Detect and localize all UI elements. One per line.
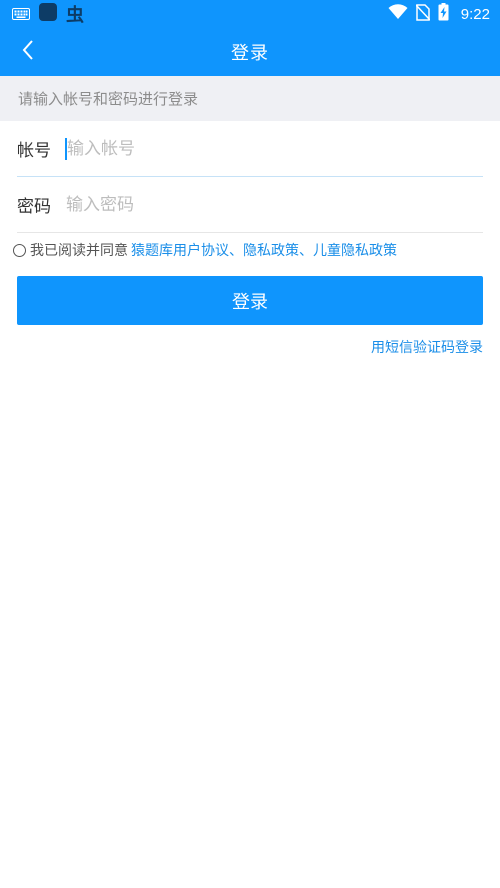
login-button[interactable]: 登录: [17, 276, 483, 325]
wifi-icon: [388, 4, 408, 24]
status-left: 虫: [12, 1, 84, 27]
password-label: 密码: [17, 197, 51, 217]
agreement-separator: 、: [229, 243, 243, 259]
battery-charging-icon: [438, 3, 449, 25]
child-privacy-policy-link[interactable]: 儿童隐私政策: [313, 240, 397, 260]
keyboard-icon: [12, 5, 30, 24]
agreement-row: 我已阅读并同意 猿题库用户协议 、 隐私政策 、 儿童隐私政策: [13, 239, 397, 261]
app-bar: 登录: [0, 28, 500, 76]
status-bar: 虫 9:22: [0, 0, 500, 28]
page-title: 登录: [231, 43, 269, 64]
sms-login-link[interactable]: 用短信验证码登录: [371, 337, 483, 357]
password-row: 密码: [17, 177, 483, 233]
account-input[interactable]: [65, 137, 483, 160]
chevron-left-icon: [21, 39, 35, 65]
login-hint: 请输入帐号和密码进行登录: [0, 76, 500, 121]
no-sim-icon: [415, 3, 431, 25]
login-hint-text: 请输入帐号和密码进行登录: [18, 90, 199, 108]
user-agreement-link[interactable]: 猿题库用户协议: [131, 240, 229, 260]
status-right: 9:22: [388, 3, 490, 25]
account-row: 帐号: [17, 121, 483, 177]
app-square-icon: [38, 2, 58, 26]
account-label: 帐号: [17, 141, 51, 161]
app-chong-icon: 虫: [66, 5, 84, 26]
agreement-separator: 、: [299, 243, 313, 259]
status-time: 9:22: [460, 5, 490, 23]
password-input[interactable]: [65, 184, 483, 225]
agreement-checkbox[interactable]: [13, 243, 26, 257]
back-button[interactable]: [8, 28, 48, 76]
privacy-policy-link[interactable]: 隐私政策: [243, 240, 299, 260]
agreement-prefix: 我已阅读并同意: [30, 243, 128, 259]
